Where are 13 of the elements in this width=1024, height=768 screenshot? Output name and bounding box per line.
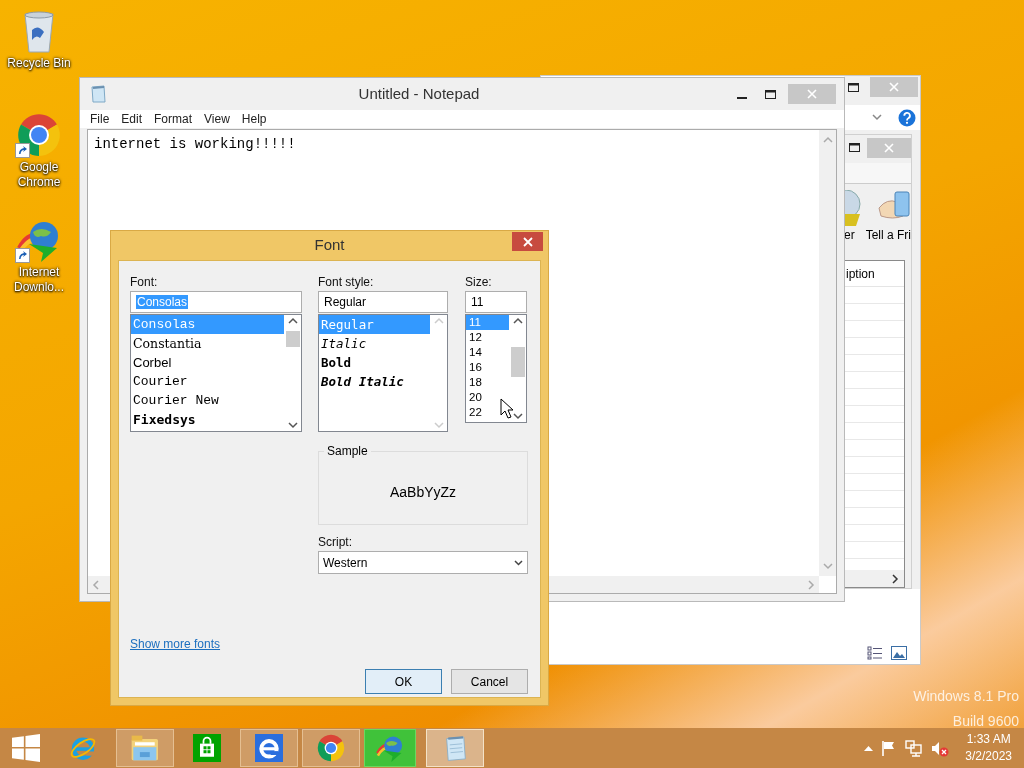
group-label: Sample bbox=[324, 444, 371, 458]
field-label: Font: bbox=[130, 275, 159, 290]
field-label: Script: bbox=[318, 535, 353, 550]
clock-time: 1:33 AM bbox=[965, 731, 1012, 748]
field-label: Font style: bbox=[318, 275, 375, 290]
dialog-title: Font bbox=[314, 235, 345, 256]
field-label: Size: bbox=[465, 275, 493, 290]
watermark-text: Windows 8.1 Pro bbox=[913, 687, 1019, 706]
watermark-text: Build 9600 bbox=[951, 712, 1019, 731]
clock-date: 3/2/2023 bbox=[965, 748, 1012, 765]
window-title: Untitled - Notepad bbox=[357, 83, 481, 104]
document-text: internet is working!!!!! bbox=[94, 135, 296, 154]
sample-text: AaBbYyZz bbox=[389, 482, 457, 502]
